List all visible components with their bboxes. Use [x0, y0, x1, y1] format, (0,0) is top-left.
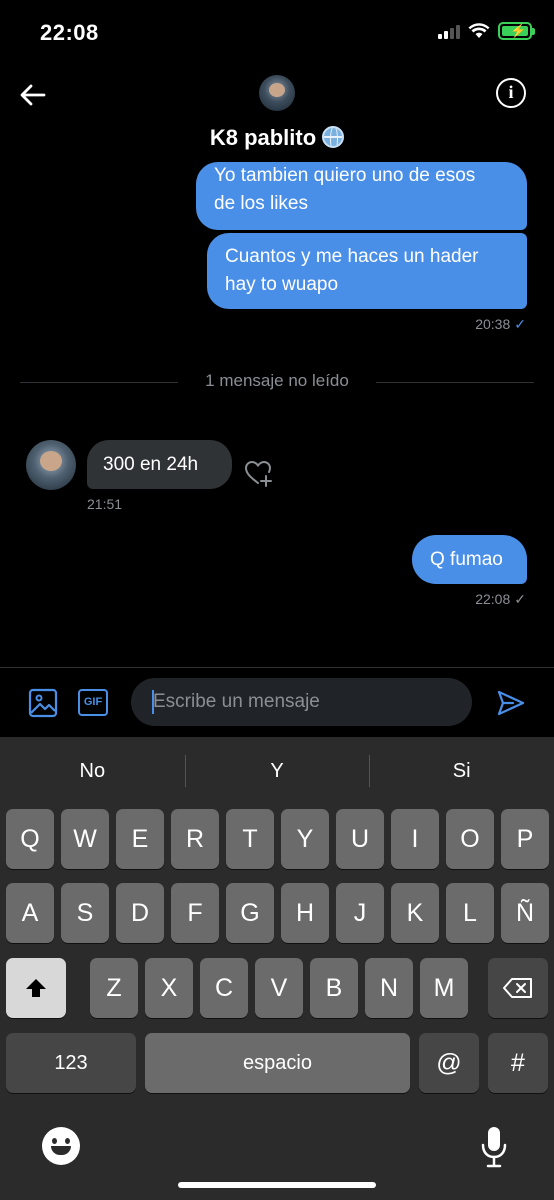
key-s[interactable]: S: [61, 883, 109, 943]
backspace-icon: [503, 978, 532, 998]
key-t[interactable]: T: [226, 809, 274, 869]
key-v[interactable]: V: [255, 958, 303, 1018]
key-b[interactable]: B: [310, 958, 358, 1018]
keyboard: No Y Si Q W E R T Y U I O P A S D F G H …: [0, 737, 554, 1200]
key-p[interactable]: P: [501, 809, 549, 869]
key-n[interactable]: N: [365, 958, 413, 1018]
conversation-header: K8 pablito i: [0, 62, 554, 162]
globe-icon: [322, 126, 345, 148]
key-h[interactable]: H: [281, 883, 329, 943]
message-time: 22:08: [475, 591, 511, 607]
arrow-left-icon[interactable]: [18, 80, 48, 110]
message-text: Q fumao: [430, 549, 503, 570]
message-bubble-incoming[interactable]: 300 en 24h: [87, 440, 232, 489]
key-e[interactable]: E: [116, 809, 164, 869]
contact-avatar[interactable]: [259, 75, 295, 111]
keyboard-suggestions: No Y Si: [0, 737, 554, 805]
cellular-signal-icon: [438, 23, 460, 39]
status-icons: ⚡: [438, 22, 535, 40]
battery-charging-icon: ⚡: [498, 22, 535, 40]
delete-key[interactable]: [488, 958, 548, 1018]
key-f[interactable]: F: [171, 883, 219, 943]
send-icon[interactable]: [496, 688, 526, 718]
message-text: 300 en 24h: [103, 454, 199, 475]
message-meta: 20:38 ✓: [475, 316, 526, 333]
key-d[interactable]: D: [116, 883, 164, 943]
key-o[interactable]: O: [446, 809, 494, 869]
key-enye[interactable]: Ñ: [501, 883, 549, 943]
at-key[interactable]: @: [419, 1033, 479, 1093]
message-bubble-outgoing[interactable]: Q fumao: [412, 535, 527, 584]
key-w[interactable]: W: [61, 809, 109, 869]
sent-check-icon: ✓: [514, 591, 526, 607]
message-line: de los likes: [214, 193, 308, 214]
message-line: hay to wuapo: [225, 274, 339, 295]
text-cursor: [152, 690, 154, 714]
emoji-icon[interactable]: [42, 1127, 80, 1165]
contact-name-row[interactable]: K8 pablito: [0, 125, 554, 151]
key-m[interactable]: M: [420, 958, 468, 1018]
divider-line-right: [376, 382, 534, 383]
home-indicator[interactable]: [178, 1182, 376, 1188]
image-icon[interactable]: [28, 688, 58, 718]
suggestion[interactable]: No: [0, 737, 185, 805]
key-y[interactable]: Y: [281, 809, 329, 869]
hash-key[interactable]: #: [488, 1033, 548, 1093]
key-x[interactable]: X: [145, 958, 193, 1018]
wifi-icon: [468, 23, 490, 38]
read-check-icon: ✓: [514, 316, 526, 332]
key-c[interactable]: C: [200, 958, 248, 1018]
key-u[interactable]: U: [336, 809, 384, 869]
space-key[interactable]: espacio: [145, 1033, 410, 1093]
suggestion[interactable]: Si: [369, 737, 554, 805]
heart-plus-icon[interactable]: [244, 458, 274, 488]
numbers-key[interactable]: 123: [6, 1033, 136, 1093]
gif-icon[interactable]: GIF: [78, 689, 108, 716]
key-r[interactable]: R: [171, 809, 219, 869]
key-i[interactable]: I: [391, 809, 439, 869]
key-l[interactable]: L: [446, 883, 494, 943]
shift-key[interactable]: [6, 958, 66, 1018]
key-z[interactable]: Z: [90, 958, 138, 1018]
key-j[interactable]: J: [336, 883, 384, 943]
key-g[interactable]: G: [226, 883, 274, 943]
message-input[interactable]: [131, 678, 472, 726]
message-meta: 22:08 ✓: [475, 591, 526, 608]
key-q[interactable]: Q: [6, 809, 54, 869]
message-line: Yo tambien quiero uno de esos: [214, 165, 476, 186]
message-composer: GIF: [0, 667, 554, 737]
suggestion[interactable]: Y: [184, 737, 370, 805]
contact-name: K8 pablito: [209, 125, 317, 150]
status-time: 22:08: [40, 20, 99, 45]
unread-divider-label: 1 mensaje no leído: [205, 371, 349, 390]
message-bubble-outgoing[interactable]: Cuantos y me haces un hader hay to wuapo: [207, 233, 527, 309]
key-k[interactable]: K: [391, 883, 439, 943]
sender-avatar[interactable]: [26, 440, 76, 490]
shift-icon: [26, 979, 46, 997]
message-bubble-outgoing[interactable]: Yo tambien quiero uno de esos de los lik…: [196, 162, 527, 230]
key-a[interactable]: A: [6, 883, 54, 943]
microphone-icon[interactable]: [480, 1125, 508, 1169]
message-line: Cuantos y me haces un hader: [225, 246, 479, 267]
message-time: 20:38: [475, 316, 511, 332]
status-bar: 22:08 ⚡: [0, 0, 554, 62]
info-icon[interactable]: i: [496, 78, 526, 108]
message-time: 21:51: [87, 496, 123, 512]
